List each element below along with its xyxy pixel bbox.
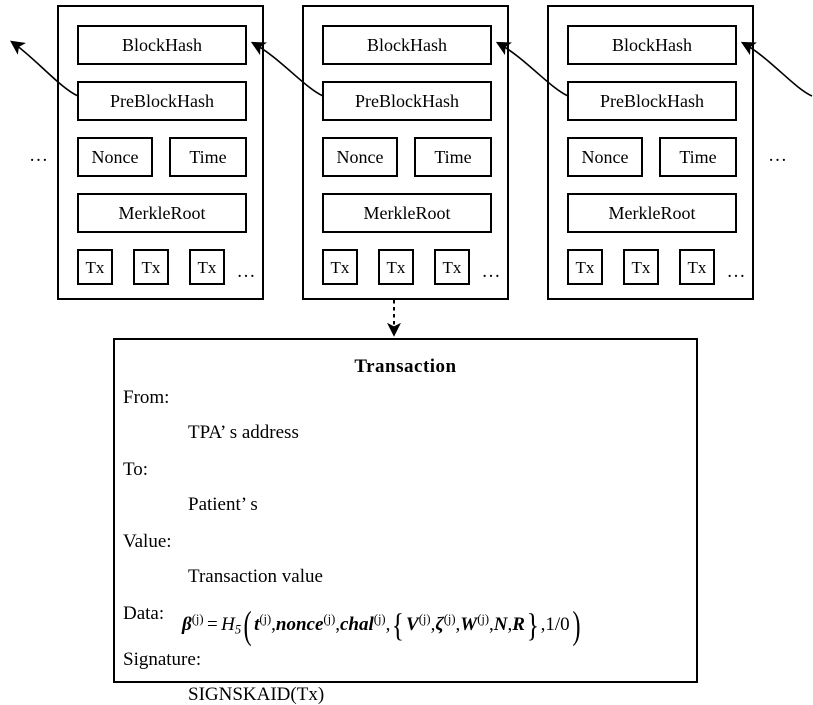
transaction-from-label: From: [123, 387, 170, 408]
chain-right-ellipsis: … [768, 145, 787, 166]
block-2-tx-0: Tx [322, 249, 358, 285]
block-1-preblockhash-field: PreBlockHash [77, 81, 247, 121]
block-1-tx-0-label: Tx [85, 257, 105, 277]
block-3-preblockhash-label: PreBlockHash [600, 91, 704, 111]
formula-arg2: nonce [275, 613, 324, 635]
transaction-from-value: TPA’ s address [188, 422, 299, 443]
block-1-blockhash-label: BlockHash [122, 35, 202, 55]
transaction-to-value: Patient’ s [188, 494, 258, 515]
transaction-data-formula: β(j) = H5(t(j),nonce(j),chal(j),{V(j),ζ(j)… [182, 604, 581, 648]
block-1-time-label: Time [189, 147, 227, 167]
formula-lhs: β [182, 613, 192, 635]
formula-set2-sup: (j) [443, 612, 456, 626]
block-2-nonce-label: Nonce [336, 147, 384, 167]
block-1-tx-0: Tx [77, 249, 113, 285]
block-3-time-field: Time [659, 137, 737, 177]
block-3-nonce-field: Nonce [567, 137, 643, 177]
block-2-tx-2-label: Tx [442, 257, 462, 277]
chain-left-ellipsis: … [29, 145, 48, 166]
formula-equals: = [206, 613, 218, 635]
block-3-tx-ellipsis: … [726, 261, 746, 282]
block-3-tx-0-label: Tx [575, 257, 595, 277]
block-3-tx-1: Tx [623, 249, 659, 285]
transaction-signature-label: Signature: [123, 649, 202, 670]
block-1-nonce-field: Nonce [77, 137, 153, 177]
block-1-nonce-label: Nonce [91, 147, 139, 167]
transaction-title: Transaction [354, 356, 457, 377]
block-1-time-field: Time [169, 137, 247, 177]
block-2-blockhash-field: BlockHash [322, 25, 492, 65]
formula-set1-sup: (j) [418, 612, 431, 626]
block-1-blockhash-field: BlockHash [77, 25, 247, 65]
formula-set2: ζ [435, 613, 444, 635]
block-3-tx-2: Tx [679, 249, 715, 285]
block-1-tx-1: Tx [133, 249, 169, 285]
block-3-tx-0: Tx [567, 249, 603, 285]
block-1-tx-2: Tx [189, 249, 225, 285]
block-3-preblockhash-field: PreBlockHash [567, 81, 737, 121]
formula-lhs-sup: (j) [191, 612, 204, 626]
block-2-tx-ellipsis: … [481, 261, 501, 282]
block-1: BlockHash PreBlockHash Nonce Time Merkle… [57, 5, 264, 300]
block-3-tx-1-label: Tx [631, 257, 651, 277]
block-1-tx-ellipsis: … [236, 261, 256, 282]
block-2: BlockHash PreBlockHash Nonce Time Merkle… [302, 5, 509, 300]
block-2-merkleroot-label: MerkleRoot [363, 203, 451, 223]
block-3-blockhash-field: BlockHash [567, 25, 737, 65]
block-3-tx-2-label: Tx [687, 257, 707, 277]
block-2-preblockhash-label: PreBlockHash [355, 91, 459, 111]
block-2-tx-1: Tx [378, 249, 414, 285]
transaction-value-value: Transaction value [188, 566, 323, 587]
formula-arg3-sup: (j) [373, 612, 386, 626]
formula-hash-sub: 5 [234, 622, 242, 637]
formula-set4: N [493, 613, 508, 635]
formula-flag: 1/0 [545, 613, 570, 635]
formula-comma-3: , [385, 613, 391, 635]
block-1-preblockhash-label: PreBlockHash [110, 91, 214, 111]
formula-set5: R [512, 613, 525, 635]
transaction-signature-value: SIGNSKAID(Tx) [188, 684, 325, 705]
block-1-tx-2-label: Tx [197, 257, 217, 277]
block-2-nonce-field: Nonce [322, 137, 398, 177]
block-1-tx-1-label: Tx [141, 257, 161, 277]
transaction-data-label: Data: [123, 603, 165, 624]
block-1-merkleroot-label: MerkleRoot [118, 203, 206, 223]
block-2-blockhash-label: BlockHash [367, 35, 447, 55]
formula-set3-sup: (j) [477, 612, 490, 626]
block-2-tx-1-label: Tx [386, 257, 406, 277]
block-3-time-label: Time [679, 147, 717, 167]
block-3-merkleroot-field: MerkleRoot [567, 193, 737, 233]
transaction-to-label: To: [123, 459, 149, 480]
formula-set1: V [406, 613, 419, 635]
transaction-value-label: Value: [123, 531, 172, 552]
block-3-nonce-label: Nonce [581, 147, 629, 167]
block-2-time-label: Time [434, 147, 472, 167]
formula-arg1-sup: (j) [259, 612, 272, 626]
block-2-tx-2: Tx [434, 249, 470, 285]
block-2-preblockhash-field: PreBlockHash [322, 81, 492, 121]
formula-set3: W [460, 613, 478, 635]
block-2-tx-0-label: Tx [330, 257, 350, 277]
block-2-merkleroot-field: MerkleRoot [322, 193, 492, 233]
block-3-merkleroot-label: MerkleRoot [608, 203, 696, 223]
formula-arg3: chal [340, 613, 374, 635]
formula-hash-fn: H [221, 613, 235, 635]
transaction-panel: Transaction From: TPA’ s address To: Pat… [113, 338, 698, 704]
blockchain-diagram: … … BlockHash PreBlockHash Nonce Time Me… [0, 0, 813, 704]
block-2-time-field: Time [414, 137, 492, 177]
block-3-blockhash-label: BlockHash [612, 35, 692, 55]
formula-arg2-sup: (j) [323, 612, 336, 626]
block-1-merkleroot-field: MerkleRoot [77, 193, 247, 233]
block-3: BlockHash PreBlockHash Nonce Time Merkle… [547, 5, 754, 300]
